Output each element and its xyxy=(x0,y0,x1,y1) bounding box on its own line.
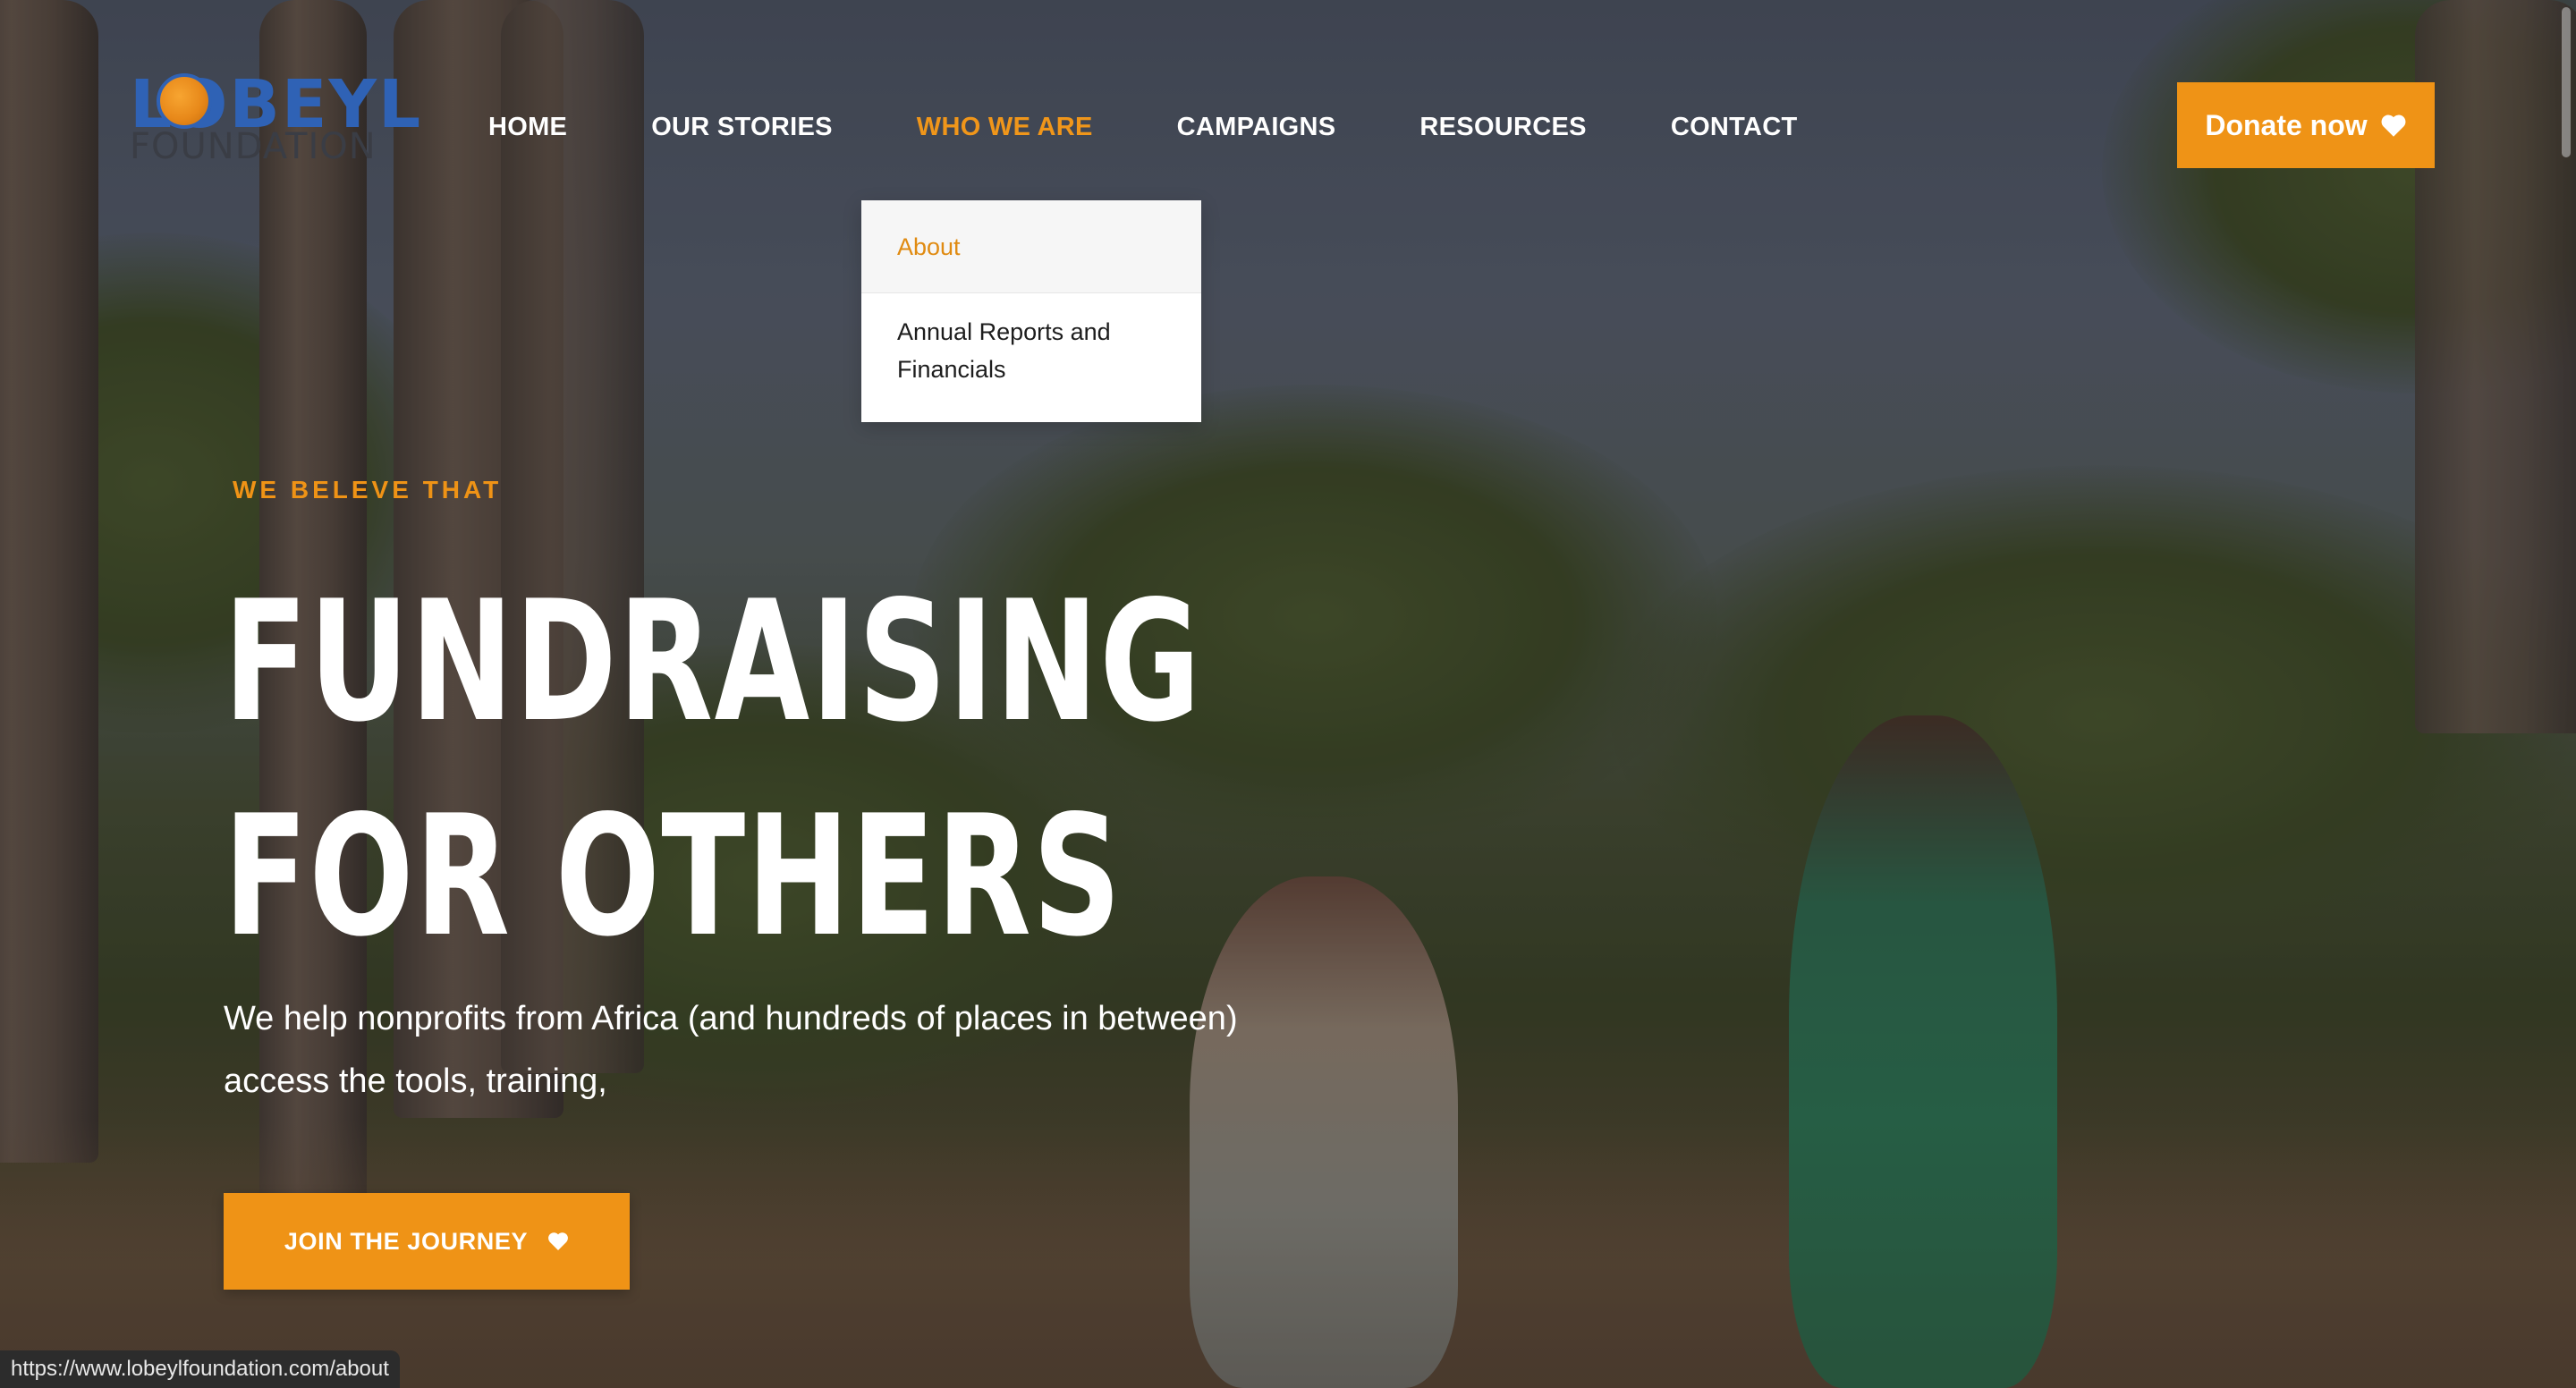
dropdown-item-about[interactable]: About xyxy=(861,200,1201,293)
donate-now-button[interactable]: Donate now xyxy=(2177,82,2435,168)
link-status-bar: https://www.lobeylfoundation.com/about xyxy=(0,1350,400,1388)
hero-headline-line-1: FUNDRAISING xyxy=(224,564,1202,758)
logo-globe-icon xyxy=(157,73,212,129)
heart-icon xyxy=(548,1232,569,1250)
site-header: LOBEYL FOUNDATION HOME OUR STORIES WHO W… xyxy=(0,0,2576,206)
who-we-are-dropdown: About Annual Reports and Financials xyxy=(861,200,1201,422)
hero-headline: FUNDRAISING FOR OTHERS xyxy=(224,554,1202,984)
hero-lead-line-2: access the tools, training, xyxy=(224,1062,607,1100)
main-nav: HOME OUR STORIES WHO WE ARE CAMPAIGNS RE… xyxy=(488,107,1798,147)
nav-item-campaigns[interactable]: CAMPAIGNS xyxy=(1177,113,1336,142)
page: LOBEYL FOUNDATION HOME OUR STORIES WHO W… xyxy=(0,0,2576,1388)
site-logo[interactable]: LOBEYL FOUNDATION xyxy=(130,72,420,170)
heart-icon xyxy=(2381,114,2406,137)
nav-item-resources[interactable]: RESOURCES xyxy=(1419,113,1586,142)
dropdown-item-annual-reports[interactable]: Annual Reports and Financials xyxy=(861,313,1201,388)
hero-headline-line-2: FOR OTHERS xyxy=(224,779,1123,973)
nav-item-contact[interactable]: CONTACT xyxy=(1671,113,1798,142)
page-scrollbar[interactable] xyxy=(2562,7,2571,157)
nav-item-our-stories[interactable]: OUR STORIES xyxy=(651,113,833,142)
nav-item-home[interactable]: HOME xyxy=(488,113,567,142)
nav-item-who-we-are[interactable]: WHO WE ARE xyxy=(917,113,1093,142)
join-button-label: JOIN THE JOURNEY xyxy=(284,1227,529,1255)
join-the-journey-button[interactable]: JOIN THE JOURNEY xyxy=(224,1193,630,1290)
logo-wordmark-bottom: FOUNDATION xyxy=(130,126,377,167)
hero-lead-text: We help nonprofits from Africa (and hund… xyxy=(224,987,1342,1113)
hero-lead-line-1: We help nonprofits from Africa (and hund… xyxy=(224,1000,1238,1037)
hero-eyebrow: WE BELEVE THAT xyxy=(233,476,503,504)
donate-button-label: Donate now xyxy=(2205,108,2368,141)
